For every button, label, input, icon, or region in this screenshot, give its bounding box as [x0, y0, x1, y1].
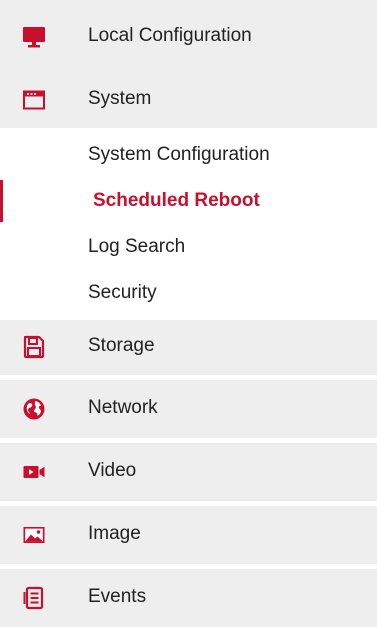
submenu-item-security[interactable]: Security [0, 270, 377, 316]
video-camera-icon [22, 460, 46, 484]
menu-label-network: Network [88, 397, 158, 418]
submenu-label-scheduled-reboot: Scheduled Reboot [93, 190, 260, 211]
menu-label-storage: Storage [88, 335, 155, 356]
image-icon [22, 523, 46, 547]
floppy-disk-icon [22, 335, 46, 359]
globe-icon [22, 397, 46, 421]
events-list-icon [22, 586, 46, 610]
menu-item-network[interactable]: Network [0, 380, 377, 438]
active-indicator [0, 180, 3, 222]
window-icon [22, 88, 46, 112]
menu-label-local-configuration: Local Configuration [88, 25, 252, 46]
submenu-label-log-search: Log Search [88, 236, 186, 257]
menu-label-system: System [88, 88, 152, 109]
menu-label-events: Events [88, 586, 147, 607]
submenu-item-system-configuration[interactable]: System Configuration [0, 132, 377, 178]
menu-label-image: Image [88, 523, 141, 544]
submenu-label-system-configuration: System Configuration [88, 144, 270, 165]
menu-label-video: Video [88, 460, 137, 481]
menu-item-storage[interactable]: Storage [0, 320, 377, 375]
menu-item-video[interactable]: Video [0, 443, 377, 501]
menu-item-local-configuration[interactable]: Local Configuration [0, 0, 377, 73]
submenu-item-scheduled-reboot[interactable]: Scheduled Reboot [0, 178, 377, 224]
monitor-icon [22, 25, 46, 49]
sidebar-menu: Local Configuration System System Config… [0, 0, 377, 627]
submenu-item-log-search[interactable]: Log Search [0, 224, 377, 270]
menu-item-events[interactable]: Events [0, 569, 377, 627]
menu-item-image[interactable]: Image [0, 506, 377, 564]
submenu-label-security: Security [88, 282, 157, 303]
menu-item-system[interactable]: System [0, 73, 377, 128]
